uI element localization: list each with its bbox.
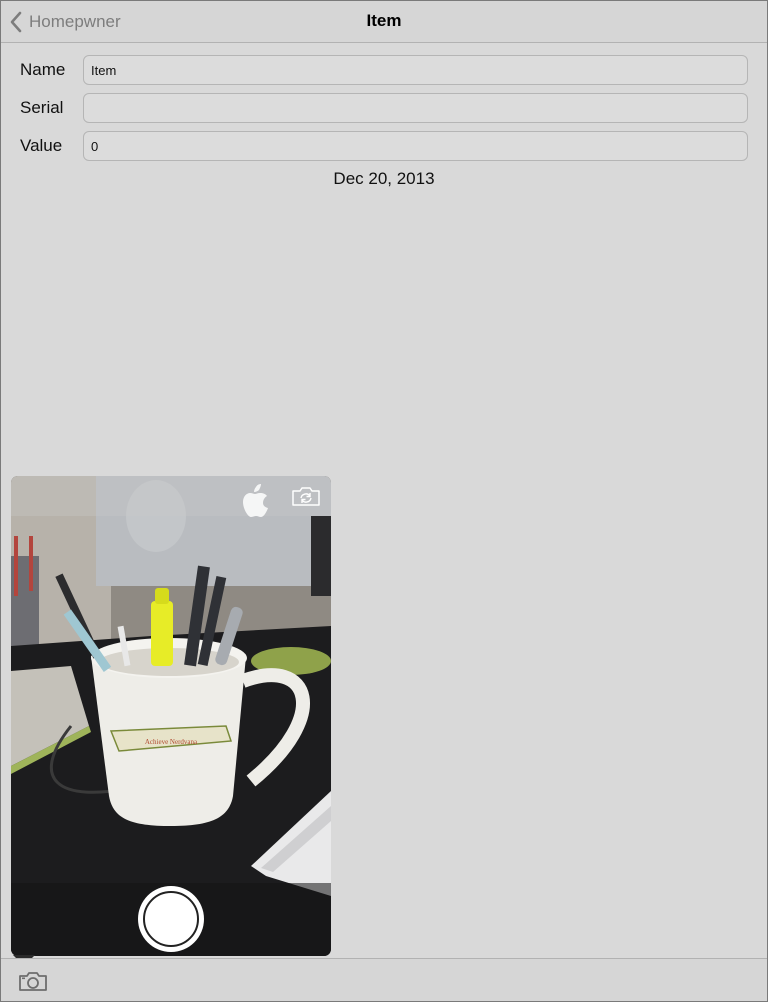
serial-label: Serial [20,98,64,117]
name-label: Name [20,60,66,79]
value-field[interactable] [83,131,748,161]
serial-row: Serial [1,93,767,123]
camera-flip-icon[interactable] [291,485,321,507]
svg-text:Achieve Nerdvana: Achieve Nerdvana [145,738,198,746]
date-created-label: Dec 20, 2013 [333,169,435,188]
back-button-label: Homepwner [29,12,121,31]
shutter-button[interactable] [138,886,204,952]
navigation-bar: Homepwner Item [1,1,767,43]
camera-top-bar [11,476,331,516]
back-button[interactable]: Homepwner [7,9,121,35]
serial-field[interactable] [83,93,748,123]
name-field[interactable] [83,55,748,85]
apple-logo-icon [243,484,268,517]
camera-popover: Achieve Nerdvana [11,476,331,956]
name-row: Name [1,55,767,85]
value-label: Value [20,136,63,155]
camera-icon[interactable] [18,969,48,993]
bottom-toolbar [1,958,767,1001]
value-row: Value [1,131,767,161]
shutter-inner-ring [143,891,199,947]
chevron-left-icon [10,11,22,33]
